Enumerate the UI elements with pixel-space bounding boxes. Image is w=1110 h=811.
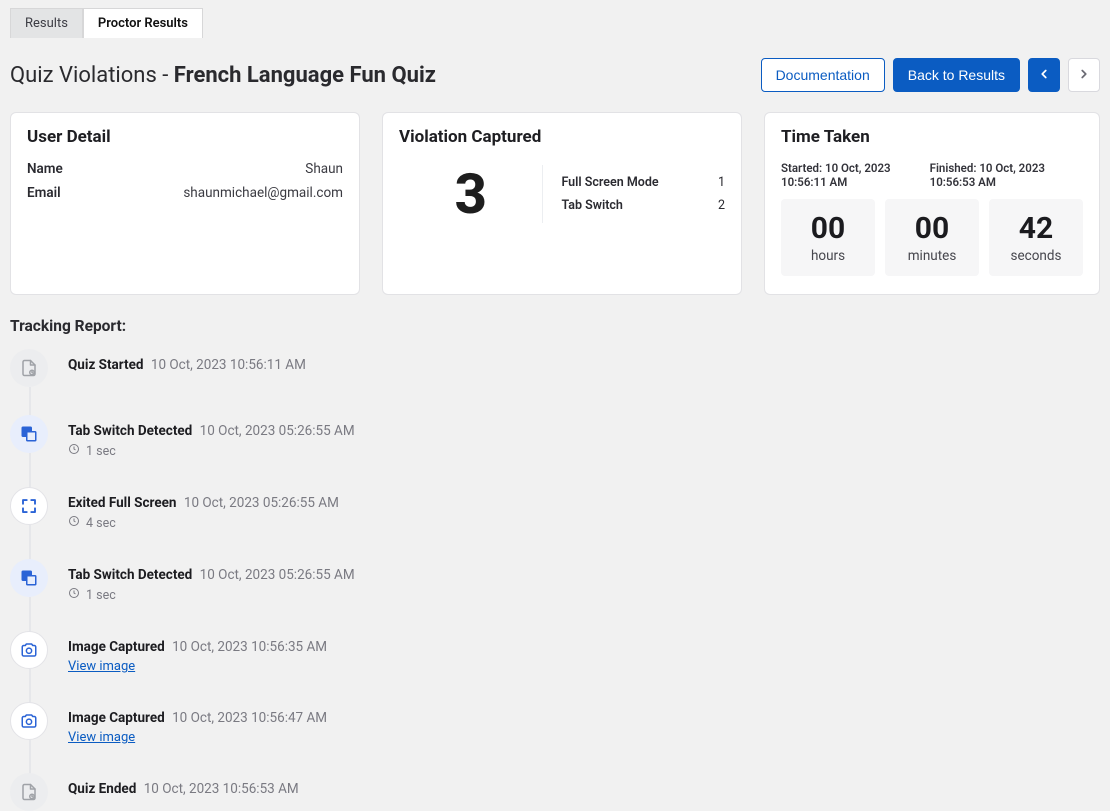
camera-icon — [10, 631, 48, 669]
back-to-results-button[interactable]: Back to Results — [893, 58, 1020, 92]
timeline-item-quiz-started: Quiz Started 10 Oct, 2023 10:56:11 AM — [10, 349, 1090, 415]
timeline-label: Quiz Ended — [68, 781, 136, 797]
quiz-end-icon — [10, 773, 48, 811]
user-name-value: Shaun — [305, 161, 343, 177]
timeline-label: Image Captured — [68, 710, 165, 726]
time-minutes-unit: minutes — [891, 248, 973, 264]
violation-fullscreen-row: Full Screen Mode 1 — [561, 175, 725, 190]
timeline-duration: 1 sec — [86, 588, 116, 603]
time-minutes-cell: 00 minutes — [885, 199, 979, 276]
clock-icon — [68, 443, 80, 459]
timeline-item-quiz-ended: Quiz Ended 10 Oct, 2023 10:56:53 AM — [10, 773, 1090, 811]
exit-fullscreen-icon — [10, 487, 48, 525]
timeline-duration: 4 sec — [86, 516, 116, 531]
violation-heading: Violation Captured — [399, 127, 725, 147]
violation-tabswitch-row: Tab Switch 2 — [561, 198, 725, 213]
time-hours-cell: 00 hours — [781, 199, 875, 276]
timeline-duration: 1 sec — [86, 444, 116, 459]
view-image-link[interactable]: View image — [68, 730, 135, 745]
timeline-time: 10 Oct, 2023 10:56:47 AM — [172, 710, 327, 726]
documentation-button[interactable]: Documentation — [761, 58, 885, 92]
user-email-label: Email — [27, 185, 61, 201]
clock-icon — [68, 515, 80, 531]
time-taken-heading: Time Taken — [781, 127, 1083, 147]
page-title-prefix: Quiz Violations - — [10, 63, 174, 88]
chevron-right-icon — [1077, 67, 1091, 84]
violation-captured-card: Violation Captured 3 Full Screen Mode 1 … — [382, 112, 742, 295]
timeline-label: Quiz Started — [68, 357, 144, 373]
timeline-time: 10 Oct, 2023 10:56:35 AM — [172, 639, 327, 655]
tabs: Results Proctor Results — [10, 8, 1100, 38]
time-hours-value: 00 — [787, 211, 869, 246]
violation-fullscreen-label: Full Screen Mode — [561, 175, 658, 190]
time-seconds-cell: 42 seconds — [989, 199, 1083, 276]
tracking-heading: Tracking Report: — [10, 317, 1090, 335]
user-name-row: Name Shaun — [27, 161, 343, 177]
page-title-quiz-name: French Language Fun Quiz — [174, 63, 436, 88]
user-detail-card: User Detail Name Shaun Email shaunmichae… — [10, 112, 360, 295]
tab-results[interactable]: Results — [10, 8, 83, 38]
timeline-label: Tab Switch Detected — [68, 567, 192, 583]
timeline-time: 10 Oct, 2023 05:26:55 AM — [200, 423, 355, 439]
view-image-link[interactable]: View image — [68, 659, 135, 674]
timeline-time: 10 Oct, 2023 10:56:53 AM — [144, 781, 299, 797]
next-button[interactable] — [1068, 58, 1100, 92]
clock-icon — [68, 587, 80, 603]
violation-fullscreen-value: 1 — [718, 175, 725, 190]
timeline-item-tab-switch: Tab Switch Detected 10 Oct, 2023 05:26:5… — [10, 559, 1090, 631]
violation-total: 3 — [399, 161, 542, 227]
page-title: Quiz Violations - French Language Fun Qu… — [10, 63, 436, 88]
time-seconds-unit: seconds — [995, 248, 1077, 264]
tab-proctor-results[interactable]: Proctor Results — [83, 8, 203, 38]
user-email-value: shaunmichael@gmail.com — [183, 185, 343, 201]
time-hours-unit: hours — [787, 248, 869, 264]
header-actions: Documentation Back to Results — [761, 58, 1100, 92]
timeline-label: Tab Switch Detected — [68, 423, 192, 439]
user-name-label: Name — [27, 161, 63, 177]
chevron-left-icon — [1037, 67, 1051, 84]
timeline-item-image-captured: Image Captured 10 Oct, 2023 10:56:35 AM … — [10, 631, 1090, 702]
timeline-label: Image Captured — [68, 639, 165, 655]
violation-tabswitch-value: 2 — [718, 198, 725, 213]
tab-switch-icon — [10, 415, 48, 453]
timeline: Quiz Started 10 Oct, 2023 10:56:11 AM Ta… — [10, 349, 1090, 811]
time-seconds-value: 42 — [995, 211, 1077, 246]
timeline-time: 10 Oct, 2023 05:26:55 AM — [184, 495, 339, 511]
time-finished: Finished: 10 Oct, 2023 10:56:53 AM — [930, 161, 1083, 189]
timeline-item-image-captured: Image Captured 10 Oct, 2023 10:56:47 AM … — [10, 702, 1090, 773]
prev-button[interactable] — [1028, 58, 1060, 92]
tracking-report: Tracking Report: Quiz Started 10 Oct, 20… — [10, 317, 1100, 811]
tab-switch-icon — [10, 559, 48, 597]
summary-cards: User Detail Name Shaun Email shaunmichae… — [10, 112, 1100, 295]
user-detail-heading: User Detail — [27, 127, 343, 147]
timeline-time: 10 Oct, 2023 05:26:55 AM — [200, 567, 355, 583]
user-email-row: Email shaunmichael@gmail.com — [27, 185, 343, 201]
time-minutes-value: 00 — [891, 211, 973, 246]
time-started: Started: 10 Oct, 2023 10:56:11 AM — [781, 161, 930, 189]
time-taken-card: Time Taken Started: 10 Oct, 2023 10:56:1… — [764, 112, 1100, 295]
camera-icon — [10, 702, 48, 740]
quiz-start-icon — [10, 349, 48, 387]
timeline-item-exited-fullscreen: Exited Full Screen 10 Oct, 2023 05:26:55… — [10, 487, 1090, 559]
timeline-label: Exited Full Screen — [68, 495, 177, 511]
timeline-item-tab-switch: Tab Switch Detected 10 Oct, 2023 05:26:5… — [10, 415, 1090, 487]
timeline-time: 10 Oct, 2023 10:56:11 AM — [151, 357, 306, 373]
page-header: Quiz Violations - French Language Fun Qu… — [10, 58, 1100, 92]
violation-tabswitch-label: Tab Switch — [561, 198, 622, 213]
